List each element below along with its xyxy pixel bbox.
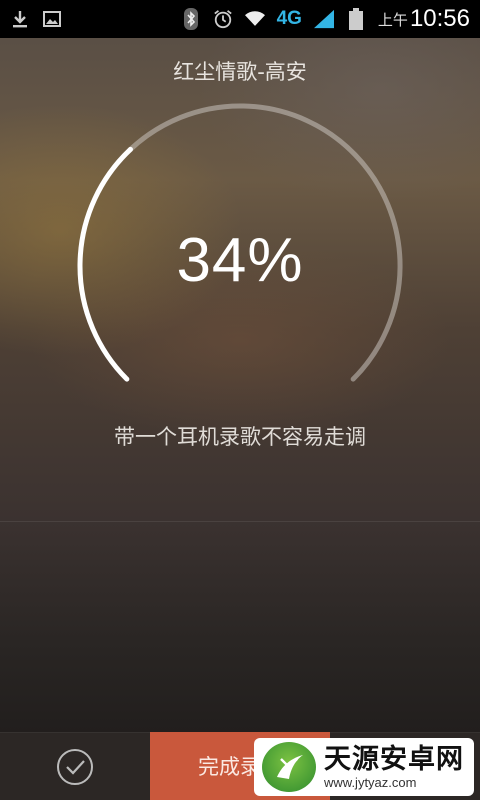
battery-icon — [346, 8, 366, 30]
recording-screen: 4G 上午 10:56 红尘情歌-高安 34% 带一个耳机录歌不容易走调 完成录… — [0, 0, 480, 800]
status-left — [10, 9, 62, 29]
image-icon — [42, 9, 62, 29]
download-icon — [10, 9, 30, 29]
network-type: 4G — [276, 8, 302, 29]
status-time: 10:56 — [409, 5, 470, 32]
song-title: 红尘情歌-高安 — [173, 60, 307, 84]
status-bar: 4G 上午 10:56 — [0, 0, 480, 38]
progress-percent: 34% — [176, 226, 304, 295]
alarm-icon — [213, 9, 233, 29]
status-ampm: 上午 — [377, 10, 408, 29]
wifi-icon — [244, 9, 265, 29]
confirm-button[interactable] — [0, 732, 150, 800]
watermark-logo — [262, 742, 316, 792]
signal-icon — [313, 9, 334, 29]
watermark-text: 天源安卓网 www.jytyaz.com — [324, 743, 464, 790]
divider — [0, 521, 480, 522]
watermark-name: 天源安卓网 — [324, 743, 464, 775]
recording-tip: 带一个耳机录歌不容易走调 — [114, 425, 366, 449]
watermark: 天源安卓网 www.jytyaz.com — [254, 738, 474, 796]
watermark-url: www.jytyaz.com — [324, 774, 417, 790]
bluetooth-icon — [181, 8, 201, 30]
check-circle-icon — [57, 749, 93, 785]
status-right: 4G 上午 10:56 — [181, 5, 470, 33]
